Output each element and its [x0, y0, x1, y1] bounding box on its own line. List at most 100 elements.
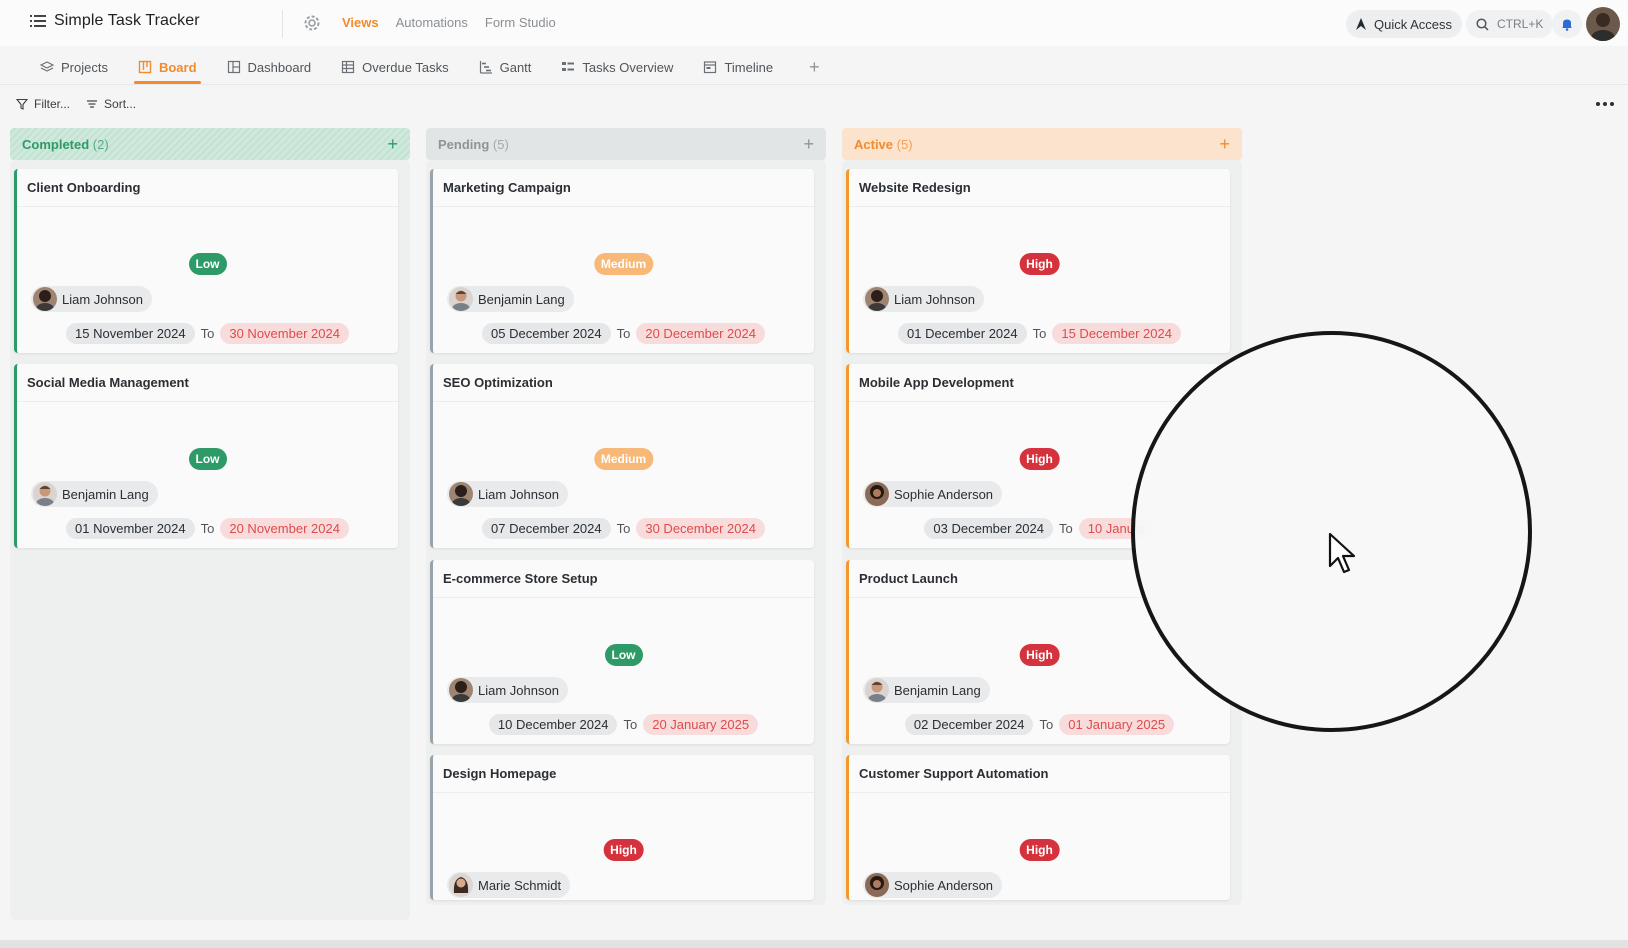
priority-badge: High — [1019, 253, 1060, 275]
task-card[interactable]: Design Homepage High Marie Schmidt — [430, 755, 814, 900]
sort-icon — [87, 100, 98, 108]
card-title: SEO Optimization — [443, 375, 553, 390]
card-divider — [849, 792, 1230, 793]
overview-icon — [562, 62, 575, 71]
avatar — [865, 482, 889, 506]
card-title: Product Launch — [859, 571, 958, 586]
end-date: 20 January 2025 — [643, 714, 759, 735]
tab-label: Timeline — [724, 59, 774, 75]
assignee-chip[interactable]: Sophie Anderson — [863, 481, 1003, 507]
task-card[interactable]: Website Redesign High Liam Johnson 01 De… — [846, 169, 1230, 353]
column-completed: Completed (2) + Client Onboarding Low Li… — [10, 128, 410, 548]
end-date: 30 December 2024 — [636, 518, 765, 539]
sort-button[interactable]: Sort... — [86, 97, 136, 111]
assignee-chip[interactable]: Benjamin Lang — [863, 677, 990, 703]
assignee-name: Sophie Anderson — [894, 877, 994, 893]
tab-gantt[interactable]: Gantt — [475, 50, 536, 84]
avatar — [33, 482, 57, 506]
start-date: 01 December 2024 — [898, 323, 1027, 344]
card-title: Social Media Management — [27, 375, 189, 390]
start-date: 01 November 2024 — [66, 518, 195, 539]
task-card[interactable]: SEO Optimization Medium Liam Johnson 07 … — [430, 364, 814, 548]
task-card[interactable]: E-commerce Store Setup Low Liam Johnson … — [430, 560, 814, 744]
start-date: 07 December 2024 — [482, 518, 611, 539]
assignee-name: Marie Schmidt — [478, 877, 562, 893]
task-card[interactable]: Customer Support Automation High Sophie … — [846, 755, 1230, 900]
column-count: (2) — [92, 136, 109, 152]
avatar — [449, 678, 473, 702]
avatar — [865, 678, 889, 702]
avatar — [449, 482, 473, 506]
add-view-button[interactable]: + — [809, 57, 820, 78]
priority-badge: Medium — [593, 448, 654, 470]
date-range: 15 November 2024 To 30 November 2024 — [17, 323, 398, 344]
task-card[interactable]: Client Onboarding Low Liam Johnson 15 No… — [14, 169, 398, 353]
assignee-name: Benjamin Lang — [894, 682, 981, 698]
column-count: (5) — [896, 136, 913, 152]
assignee-chip[interactable]: Liam Johnson — [447, 481, 568, 507]
filter-label: Filter... — [34, 97, 71, 111]
assignee-chip[interactable]: Liam Johnson — [863, 286, 984, 312]
user-avatar[interactable] — [1586, 7, 1620, 41]
assignee-chip[interactable]: Sophie Anderson — [863, 872, 1003, 898]
card-divider — [433, 401, 814, 402]
assignee-chip[interactable]: Liam Johnson — [447, 677, 568, 703]
nav-form-studio[interactable]: Form Studio — [485, 15, 556, 30]
start-date: 05 December 2024 — [482, 323, 611, 344]
header-divider — [282, 10, 283, 38]
add-card-button[interactable]: + — [1219, 134, 1230, 155]
column-count: (5) — [492, 136, 509, 152]
filter-button[interactable]: Filter... — [16, 97, 70, 111]
tab-label: Dashboard — [247, 59, 312, 75]
end-date: 20 December 2024 — [636, 323, 765, 344]
nav-views[interactable]: Views — [342, 15, 379, 30]
priority-badge: High — [603, 839, 644, 861]
bell-icon — [1562, 19, 1572, 31]
assignee-chip[interactable]: Marie Schmidt — [447, 872, 571, 898]
assignee-chip[interactable]: Benjamin Lang — [447, 286, 574, 312]
add-card-button[interactable]: + — [803, 134, 814, 155]
quick-access-button[interactable]: Quick Access — [1346, 10, 1463, 38]
horizontal-scrollbar[interactable] — [0, 940, 1628, 948]
task-card[interactable]: Marketing Campaign Medium Benjamin Lang … — [430, 169, 814, 353]
top-bar: Simple Task Tracker Views Automations Fo… — [0, 0, 1628, 46]
search-icon — [1476, 17, 1489, 31]
date-range: 10 December 2024 To 20 January 2025 — [433, 714, 814, 735]
board-icon — [138, 60, 152, 74]
assignee-chip[interactable]: Benjamin Lang — [31, 481, 158, 507]
list-icon[interactable] — [30, 14, 46, 28]
tab-projects[interactable]: Projects — [36, 50, 112, 84]
search-button[interactable]: CTRL+K — [1466, 10, 1554, 38]
card-title: Customer Support Automation — [859, 766, 1049, 781]
avatar — [33, 287, 57, 311]
priority-badge: Medium — [593, 253, 654, 275]
priority-badge: High — [1019, 839, 1060, 861]
nav-automations[interactable]: Automations — [396, 15, 468, 30]
layers-icon — [40, 61, 54, 72]
tab-label: Board — [158, 59, 197, 75]
card-divider — [433, 792, 814, 793]
add-card-button[interactable]: + — [387, 134, 398, 155]
column-header: Completed (2) + — [10, 128, 410, 160]
tab-overdue-tasks[interactable]: Overdue Tasks — [337, 50, 452, 84]
tab-label: Tasks Overview — [582, 59, 674, 75]
notifications-button[interactable] — [1552, 10, 1582, 38]
tab-dashboard[interactable]: Dashboard — [223, 50, 316, 84]
card-divider — [433, 597, 814, 598]
start-date: 15 November 2024 — [66, 323, 195, 344]
gear-icon[interactable] — [302, 13, 322, 33]
more-options-button[interactable] — [1596, 97, 1616, 111]
task-card[interactable]: Social Media Management Low Benjamin Lan… — [14, 364, 398, 548]
card-title: Design Homepage — [443, 766, 557, 781]
assignee-chip[interactable]: Liam Johnson — [31, 286, 152, 312]
avatar — [865, 873, 889, 897]
tab-tasks-overview[interactable]: Tasks Overview — [557, 50, 677, 84]
card-divider — [849, 401, 1230, 402]
tab-board[interactable]: Board — [133, 50, 201, 84]
date-range: 01 December 2024 To 15 December 2024 — [849, 323, 1230, 344]
start-date: 03 December 2024 — [924, 518, 1053, 539]
avatar — [865, 287, 889, 311]
date-separator: To — [200, 521, 215, 536]
tab-timeline[interactable]: Timeline — [699, 50, 777, 84]
avatar — [449, 873, 473, 897]
